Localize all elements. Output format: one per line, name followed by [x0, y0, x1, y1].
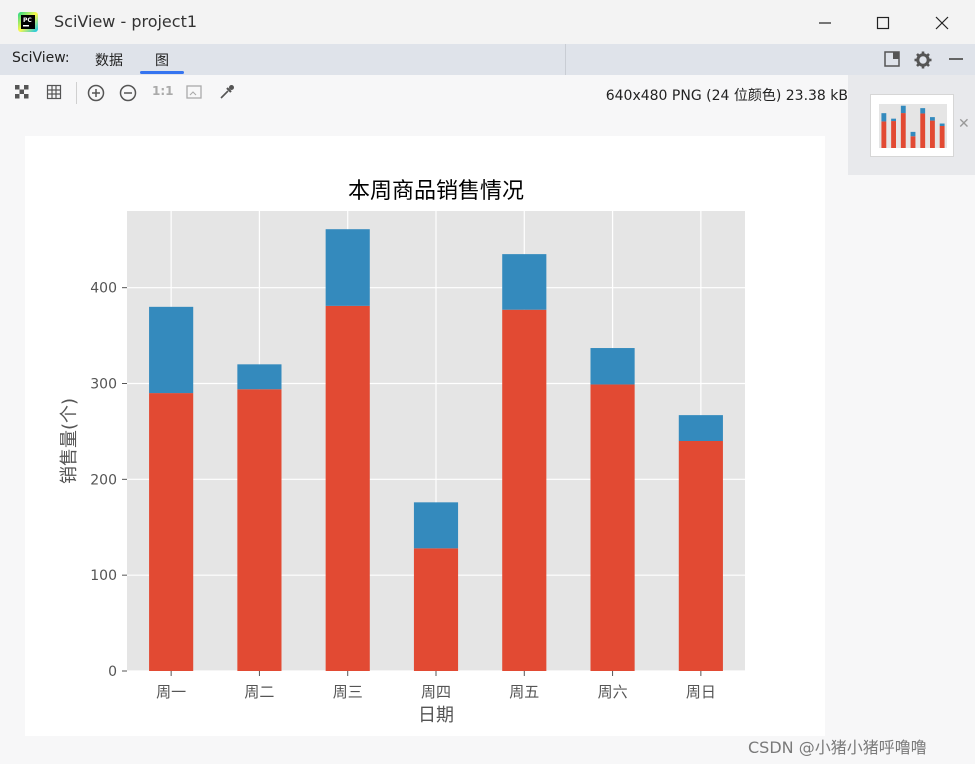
zoom-in-icon[interactable] — [86, 83, 106, 103]
bar-segment-周日-0 — [678, 441, 723, 671]
x-tick-label: 周六 — [598, 683, 628, 701]
y-tick-label: 400 — [90, 281, 117, 297]
thumb-bar-周六-1 — [930, 117, 935, 121]
y-tick-label: 300 — [90, 377, 117, 393]
actual-size-icon[interactable]: 1:1 — [152, 84, 174, 104]
thumb-bar-周日-0 — [939, 126, 945, 148]
x-tick-label: 周一 — [156, 683, 186, 701]
image-toolbar: 1:1 640x480 PNG (24 位颜色) 23.38 kB — [0, 75, 848, 111]
toolbar-divider — [76, 82, 77, 104]
thumb-bar-周三-0 — [900, 113, 906, 148]
x-axis-label: 日期 — [418, 705, 454, 726]
y-axis-label: 销售量(个) — [59, 398, 80, 484]
tab-data[interactable]: 数据 — [95, 50, 123, 70]
gear-icon[interactable] — [913, 50, 933, 70]
minimize-icon — [819, 22, 831, 24]
panel-toggle-icon[interactable] — [883, 50, 903, 70]
csdn-watermark: CSDN @小猪小猪呼噜噜 — [748, 738, 927, 757]
thumb-bar-周四-1 — [910, 131, 916, 137]
thumb-bar-周二-0 — [891, 121, 896, 148]
chart-title: 本周商品销售情况 — [348, 179, 524, 204]
tab-plots[interactable]: 图 — [155, 50, 169, 70]
minus-icon[interactable] — [947, 50, 967, 70]
close-icon — [935, 16, 949, 30]
thumbnail-close-icon[interactable]: ✕ — [958, 116, 970, 132]
thumb-bar-周一-0 — [881, 121, 887, 148]
thumb-bar-周三-1 — [900, 105, 906, 114]
close-button[interactable] — [919, 8, 965, 38]
color-picker-icon[interactable] — [218, 83, 238, 103]
chessboard-icon[interactable] — [13, 83, 33, 103]
maximize-button[interactable] — [860, 8, 906, 38]
bar-segment-周日-1 — [678, 415, 723, 441]
image-info-text: 640x480 PNG (24 位颜色) 23.38 kB — [605, 88, 848, 104]
sciview-label: SciView: — [12, 50, 70, 66]
y-tick-label: 0 — [108, 664, 117, 680]
sciview-window: PC SciView - project1 SciView: 数据 图 1:1 … — [0, 0, 975, 764]
thumb-bar-周六-0 — [930, 120, 935, 148]
thumb-bar-周一-1 — [881, 113, 887, 122]
sciview-tab-bar: SciView: 数据 图 — [0, 44, 975, 76]
bar-segment-周三-1 — [325, 229, 370, 306]
bar-chart: 0100200300400周一 周二 周三 周四 周五 周六 周日 本周商品销售情况 日期 … — [59, 179, 745, 726]
x-tick-label: 周四 — [421, 683, 451, 701]
bar-segment-周四-1 — [413, 502, 459, 549]
thumb-bar-周五-1 — [920, 108, 926, 114]
active-tab-indicator — [140, 71, 184, 74]
bar-segment-周五-0 — [502, 309, 547, 671]
window-title: SciView - project1 — [54, 12, 198, 31]
svg-text:PC: PC — [23, 17, 32, 24]
bar-segment-周二-0 — [237, 389, 282, 671]
x-tick-label: 周五 — [509, 683, 539, 701]
x-tick-label: 周日 — [686, 683, 716, 701]
y-tick-label: 100 — [90, 568, 117, 584]
fit-icon[interactable] — [185, 83, 205, 103]
tab-bar-divider — [565, 44, 566, 75]
maximize-icon — [876, 16, 890, 30]
title-bar: PC SciView - project1 — [0, 0, 975, 44]
bar-segment-周四-0 — [413, 548, 459, 671]
thumb-bar-周五-0 — [920, 113, 926, 148]
y-tick-label: 200 — [90, 472, 117, 488]
thumb-bar-周四-0 — [910, 136, 916, 148]
bar-segment-周六-0 — [590, 384, 635, 671]
grid-icon[interactable] — [45, 83, 65, 103]
bar-segment-周三-0 — [325, 305, 370, 671]
plot-thumbnail[interactable] — [870, 94, 954, 157]
minimize-button[interactable] — [802, 8, 848, 38]
x-tick-label: 周二 — [244, 683, 274, 701]
thumbnail-chart — [879, 104, 947, 148]
bar-segment-周一-0 — [149, 393, 194, 671]
thumb-bar-周日-1 — [939, 123, 945, 126]
bar-segment-周二-1 — [237, 364, 282, 390]
x-tick-label: 周三 — [333, 683, 363, 701]
bar-segment-周六-1 — [590, 348, 635, 385]
pycharm-icon: PC — [18, 12, 38, 32]
bar-segment-周一-1 — [149, 306, 194, 394]
bar-segment-周五-1 — [502, 254, 547, 310]
zoom-out-icon[interactable] — [118, 83, 138, 103]
plot-canvas: 0 100 200 300 400 周一 周二 周三 周四 周五 周六 周日 本周商品销售情况 日期 … — [25, 136, 825, 736]
thumb-bar-周二-1 — [891, 118, 896, 122]
